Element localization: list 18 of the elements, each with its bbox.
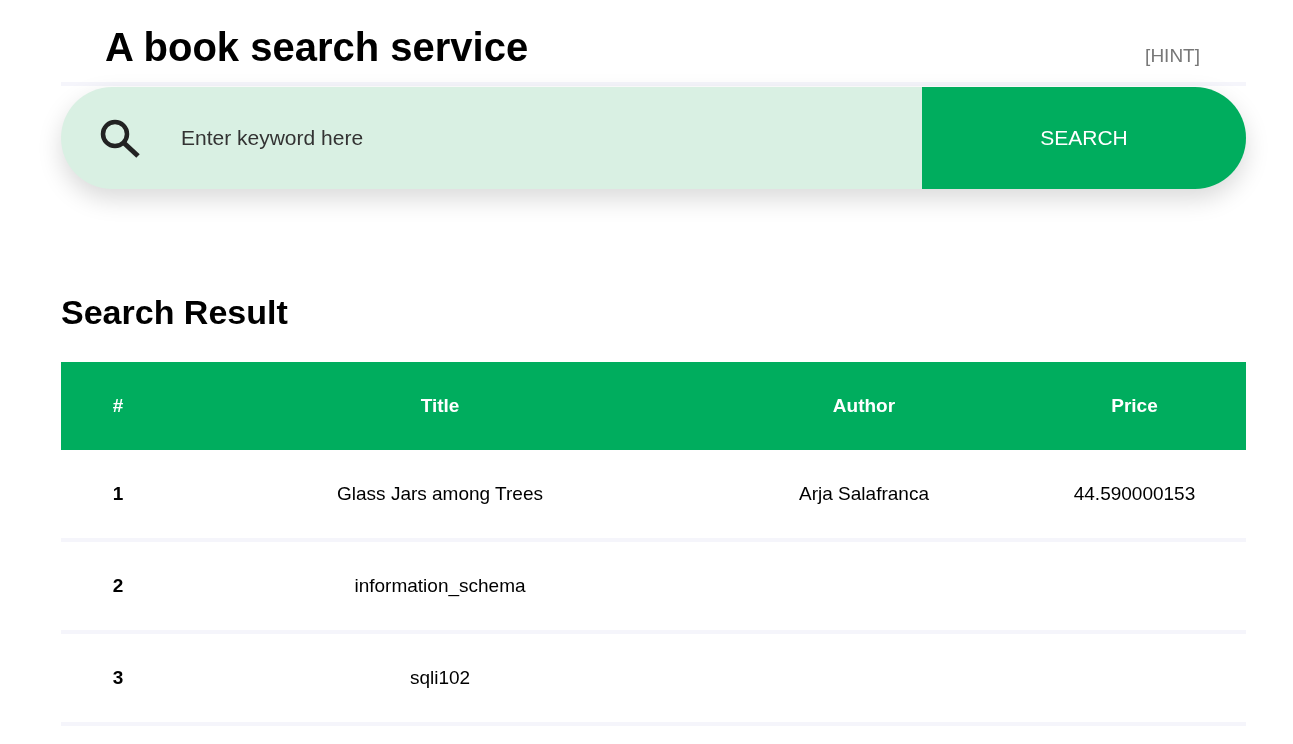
search-field[interactable]: Enter keyword here <box>181 122 922 154</box>
table-cell: sqli102 <box>409 666 471 688</box>
hint-link[interactable]: [HINT] <box>1145 41 1200 70</box>
table-cell: Arja Salafranca <box>799 482 929 504</box>
table-cell: information_schema <box>354 574 526 596</box>
search-button[interactable]: SEARCH <box>922 87 1246 189</box>
column-header: # <box>112 394 124 416</box>
column-header: Price <box>1111 394 1158 416</box>
section-heading: Search Result <box>61 292 289 333</box>
column-header: Title <box>420 394 460 416</box>
table-cell: 1 <box>112 482 124 504</box>
page-title: A book search service <box>105 24 529 71</box>
search-icon <box>99 118 141 158</box>
table-cell: Glass Jars among Trees <box>337 482 543 504</box>
column-header: Author <box>832 394 896 416</box>
table-cell: 44.590000153 <box>1073 482 1196 504</box>
table-cell: 2 <box>112 574 124 596</box>
table-cell: 3 <box>112 666 124 688</box>
